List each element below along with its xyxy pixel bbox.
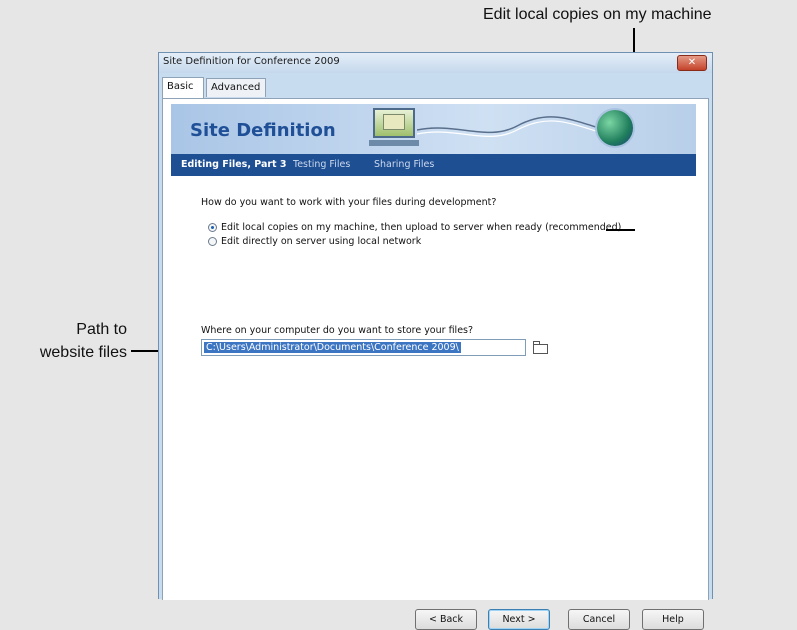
basic-panel: Site Definition Editing Files, Part 3 Te… [162, 98, 709, 630]
window-title: Site Definition for Conference 2009 [163, 56, 340, 67]
radio-edit-server[interactable] [208, 237, 217, 246]
folder-icon [533, 344, 548, 354]
network-cable-icon [417, 116, 599, 137]
path-question: Where on your computer do you want to st… [201, 325, 474, 336]
option-edit-server-label: Edit directly on server using local netw… [221, 236, 422, 247]
local-folder-value: C:\Users\Administrator\Documents\Confere… [204, 342, 461, 353]
next-button[interactable]: Next > [488, 609, 550, 630]
tab-basic[interactable]: Basic [162, 77, 204, 98]
radio-edit-local[interactable] [208, 223, 217, 232]
callout-path: Path to website files [40, 318, 127, 364]
help-button[interactable]: Help [642, 609, 704, 630]
step-bar: Editing Files, Part 3 Testing Files Shar… [171, 154, 696, 176]
monitor-screen [383, 114, 405, 130]
site-definition-banner: Site Definition [171, 104, 696, 154]
cancel-button[interactable]: Cancel [568, 609, 630, 630]
option-edit-local-label: Edit local copies on my machine, then up… [221, 222, 622, 233]
step-testing-files[interactable]: Testing Files [293, 159, 350, 170]
globe-icon [597, 110, 633, 146]
close-icon: ✕ [687, 57, 697, 68]
callout-path-line2: website files [39, 344, 127, 361]
title-bar: Site Definition for Conference 2009 ✕ [159, 53, 712, 73]
back-button[interactable]: < Back [415, 609, 477, 630]
callout-path-line1: Path to [76, 321, 127, 338]
tab-advanced[interactable]: Advanced [206, 78, 266, 97]
site-definition-dialog: Site Definition for Conference 2009 ✕ Ba… [158, 52, 713, 630]
close-button[interactable]: ✕ [677, 55, 707, 71]
keyboard-icon [369, 140, 419, 146]
callout-edit-local: Edit local copies on my machine [483, 6, 712, 23]
browse-folder-button[interactable] [532, 341, 550, 355]
computer-icon [373, 108, 415, 138]
banner-title: Site Definition [190, 120, 336, 141]
leader-line-top-horizontal [606, 229, 635, 231]
step-sharing-files[interactable]: Sharing Files [374, 159, 434, 170]
work-mode-question: How do you want to work with your files … [201, 197, 497, 208]
step-editing-files[interactable]: Editing Files, Part 3 [181, 159, 287, 170]
local-folder-input[interactable]: C:\Users\Administrator\Documents\Confere… [201, 339, 526, 356]
